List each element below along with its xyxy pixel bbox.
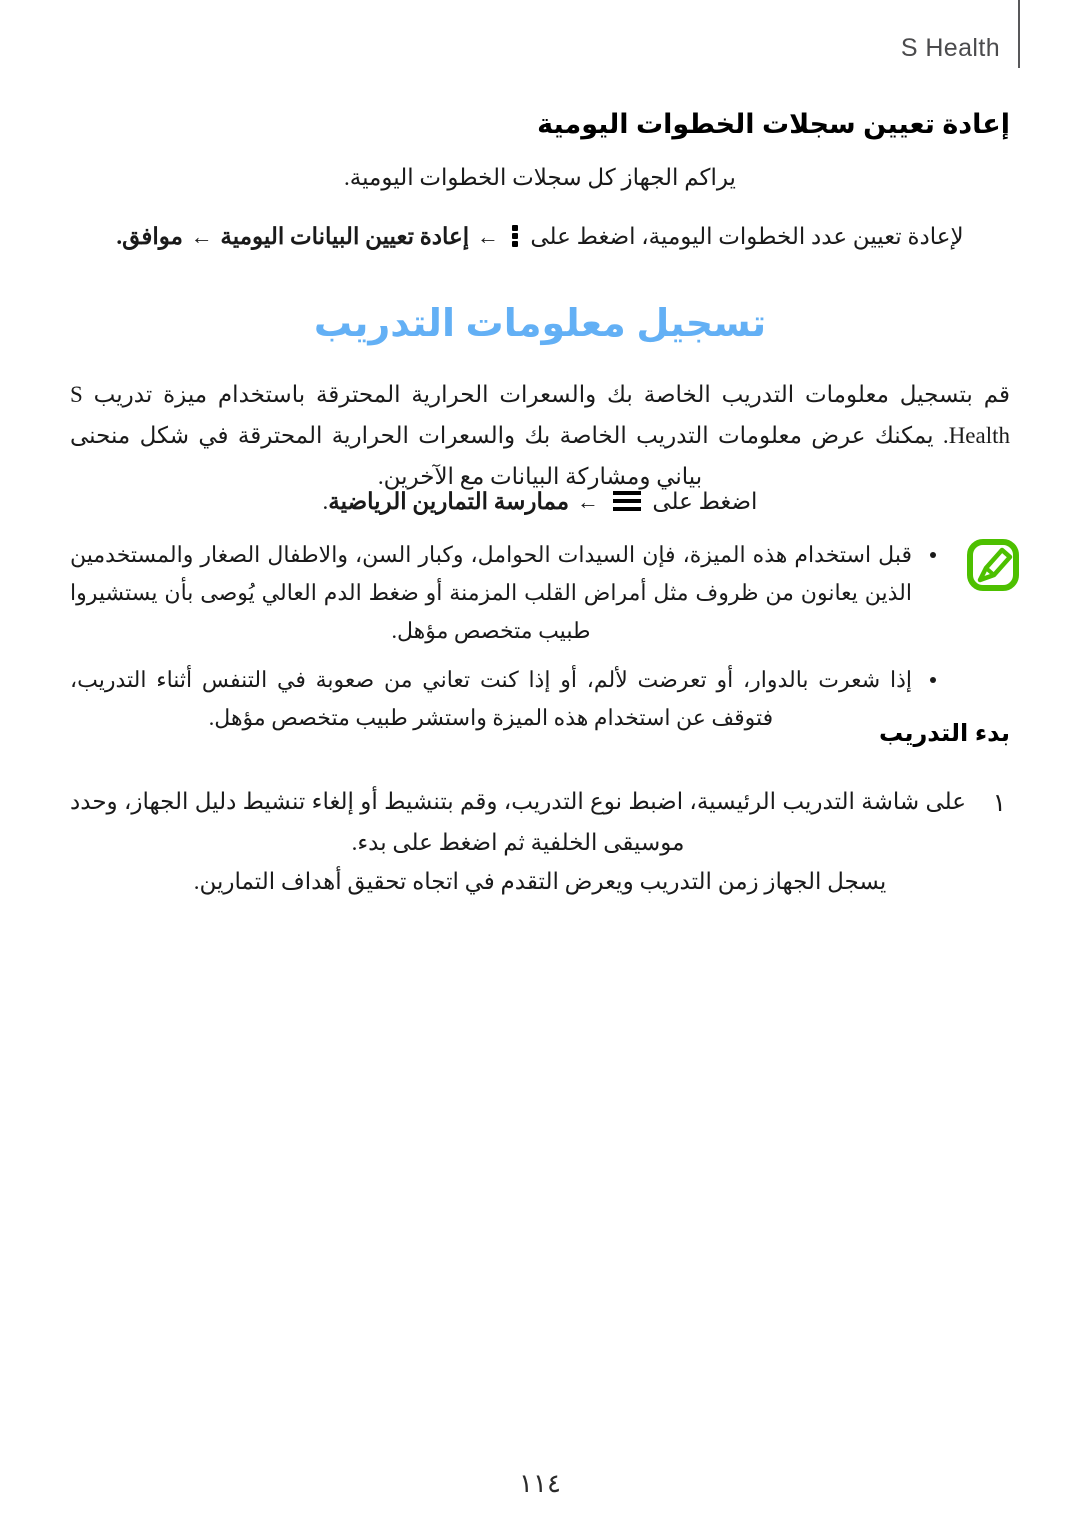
training-section-heading: تسجيل معلومات التدريب xyxy=(313,303,767,345)
reset-instruction-prefix: لإعادة تعيين عدد الخطوات اليومية، اضغط ع… xyxy=(530,223,964,249)
step-text: على شاشة التدريب الرئيسية، اضبط نوع التد… xyxy=(70,789,966,855)
section-training-heading-wrap: تسجيل معلومات التدريب xyxy=(70,300,1010,349)
section-start-training-after: يسجل الجهاز زمن التدريب ويعرض التقدم في … xyxy=(70,862,1010,903)
page-header: S Health xyxy=(0,0,1080,70)
section-reset-daily-steps: إعادة تعيين سجلات الخطوات اليومية يراكم … xyxy=(70,108,1010,258)
section-training-body-wrap: قم بتسجيل معلومات التدريب الخاصة بك والس… xyxy=(70,375,1010,498)
reset-instruction-step-2[interactable]: موافق xyxy=(122,224,183,249)
hamburger-menu-icon[interactable] xyxy=(612,491,641,512)
start-training-after-text: يسجل الجهاز زمن التدريب ويعرض التقدم في … xyxy=(193,869,887,894)
overflow-menu-icon[interactable] xyxy=(511,224,520,247)
bullet-dot-icon xyxy=(930,552,936,558)
section-start-training-heading-wrap: بدء التدريب xyxy=(70,718,1010,749)
reset-instruction-step-1[interactable]: إعادة تعيين البيانات اليومية xyxy=(220,224,469,249)
reset-section-instruction: لإعادة تعيين عدد الخطوات اليومية، اضغط ع… xyxy=(70,217,1010,258)
step-number: ١ xyxy=(992,790,1006,817)
arrow-icon-1: ← xyxy=(476,223,499,249)
note-bullet-item: قبل استخدام هذه الميزة، فإن السيدات الحو… xyxy=(70,536,938,649)
note-block: قبل استخدام هذه الميزة، فإن السيدات الحو… xyxy=(70,536,1019,737)
header-title: S Health xyxy=(900,34,1000,62)
start-training-heading: بدء التدريب xyxy=(879,720,1010,747)
reset-section-heading: إعادة تعيين سجلات الخطوات اليومية xyxy=(537,109,1010,139)
training-tap-prefix: اضغط على xyxy=(652,489,758,514)
document-page: S Health إعادة تعيين سجلات الخطوات اليوم… xyxy=(0,0,1080,1527)
training-tap-target[interactable]: ممارسة التمارين الرياضية xyxy=(328,489,569,514)
note-bullet-text: قبل استخدام هذه الميزة، فإن السيدات الحو… xyxy=(70,542,912,643)
bullet-dot-icon xyxy=(930,677,936,684)
note-pencil-icon xyxy=(966,538,1020,592)
arrow-icon-2: ← xyxy=(190,223,213,249)
header-divider xyxy=(1018,0,1020,68)
note-bullet-list: قبل استخدام هذه الميزة، فإن السيدات الحو… xyxy=(70,536,938,737)
page-number: ١١٤ xyxy=(519,1469,561,1498)
arrow-icon-3: ← xyxy=(576,489,599,514)
reset-section-paragraph: يراكم الجهاز كل سجلات الخطوات اليومية. xyxy=(344,164,736,190)
training-section-paragraph: قم بتسجيل معلومات التدريب الخاصة بك والس… xyxy=(70,382,1010,489)
step-item: ١ على شاشة التدريب الرئيسية، اضبط نوع ال… xyxy=(70,782,1010,864)
section-training-tap-wrap: اضغط على ← ممارسة التمارين الرياضية. xyxy=(70,482,1010,523)
section-start-training-steps: ١ على شاشة التدريب الرئيسية، اضبط نوع ال… xyxy=(70,782,1010,864)
steps-list: ١ على شاشة التدريب الرئيسية، اضبط نوع ال… xyxy=(70,782,1010,864)
training-tap-instruction: اضغط على ← ممارسة التمارين الرياضية. xyxy=(70,482,1010,523)
